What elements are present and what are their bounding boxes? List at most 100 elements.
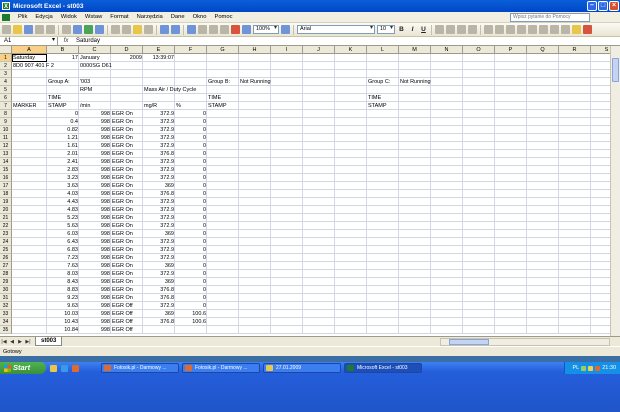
data-cell[interactable]: EGR On xyxy=(111,262,134,270)
data-cell[interactable]: EGR On xyxy=(111,246,134,254)
data-cell[interactable]: 0 xyxy=(175,230,207,238)
minimize-icon[interactable]: – xyxy=(587,1,597,11)
cell-a2[interactable]: 8D0 907 401 F 2 xyxy=(12,62,55,70)
data-cell[interactable]: 998 xyxy=(79,222,111,230)
data-cell[interactable]: 998 xyxy=(79,238,111,246)
column-header-p[interactable]: P xyxy=(495,46,527,54)
drawing-icon[interactable] xyxy=(242,25,251,34)
first-sheet-icon[interactable]: |◀ xyxy=(0,339,8,345)
currency-icon[interactable] xyxy=(484,25,493,34)
spelling-icon[interactable] xyxy=(84,25,93,34)
row-header[interactable]: 15 xyxy=(0,166,12,174)
data-cell[interactable]: 5.63 xyxy=(47,222,79,230)
data-cell[interactable]: 998 xyxy=(79,126,111,134)
data-cell[interactable]: 0 xyxy=(175,254,207,262)
data-cell[interactable]: 0 xyxy=(175,142,207,150)
row-header[interactable]: 32 xyxy=(0,302,12,310)
row-header[interactable]: 11 xyxy=(0,134,12,142)
cell-b7[interactable]: STAMP xyxy=(47,102,68,110)
open-icon[interactable] xyxy=(13,25,22,34)
sort-descending-icon[interactable] xyxy=(220,25,229,34)
data-cell[interactable]: 372.9 xyxy=(143,158,175,166)
cell-l6[interactable]: TIME xyxy=(367,94,382,102)
data-cell[interactable]: 4.43 xyxy=(47,198,79,206)
autosum-icon[interactable] xyxy=(198,25,207,34)
row-header[interactable]: 6 xyxy=(0,94,12,102)
data-cell[interactable]: 0 xyxy=(175,166,207,174)
formula-input[interactable]: Saturday xyxy=(74,38,100,44)
font-select[interactable]: Arial xyxy=(297,25,375,34)
data-cell[interactable]: 998 xyxy=(79,318,111,326)
data-cell[interactable]: 998 xyxy=(79,206,111,214)
research-icon[interactable] xyxy=(95,25,104,34)
data-cell[interactable] xyxy=(143,326,175,334)
data-cell[interactable]: EGR On xyxy=(111,190,134,198)
data-cell[interactable]: 2.01 xyxy=(47,150,79,158)
align-left-icon[interactable] xyxy=(435,25,444,34)
row-header[interactable]: 19 xyxy=(0,198,12,206)
data-cell[interactable]: 4.03 xyxy=(47,190,79,198)
data-cell[interactable]: 998 xyxy=(79,182,111,190)
format-painter-icon[interactable] xyxy=(144,25,153,34)
data-cell[interactable]: 369 xyxy=(143,310,175,318)
data-cell[interactable]: 998 xyxy=(79,198,111,206)
data-cell[interactable]: EGR Off xyxy=(111,310,134,318)
data-cell[interactable]: 998 xyxy=(79,310,111,318)
sheet-tab-st003[interactable]: st003 xyxy=(35,337,63,346)
cell-b1[interactable]: 17 xyxy=(47,54,79,62)
data-cell[interactable]: 3.23 xyxy=(47,174,79,182)
cell-e1[interactable]: 13:39:07 xyxy=(143,54,175,62)
row-header[interactable]: 30 xyxy=(0,286,12,294)
last-sheet-icon[interactable]: ▶| xyxy=(24,339,32,345)
horizontal-scroll-thumb[interactable] xyxy=(449,338,489,345)
data-cell[interactable]: EGR Off xyxy=(111,326,134,334)
sort-ascending-icon[interactable] xyxy=(209,25,218,34)
data-cell[interactable]: 376.8 xyxy=(143,190,175,198)
data-cell[interactable]: 998 xyxy=(79,262,111,270)
merge-center-icon[interactable] xyxy=(468,25,477,34)
data-cell[interactable]: 5.23 xyxy=(47,214,79,222)
menu-format[interactable]: Format xyxy=(106,14,132,20)
increase-indent-icon[interactable] xyxy=(550,25,559,34)
data-cell[interactable]: 372.9 xyxy=(143,246,175,254)
data-cell[interactable]: 9.63 xyxy=(47,302,79,310)
data-cell[interactable]: 0 xyxy=(175,246,207,254)
cell-c5[interactable]: RPM xyxy=(79,86,93,94)
help-search-input[interactable]: Wpisz pytanie do Pomocy xyxy=(510,13,590,22)
cell-f7[interactable]: % xyxy=(175,102,182,110)
task-browser-2[interactable]: Fotosik.pl - Darmowy ... xyxy=(182,363,260,373)
data-cell[interactable]: 369 xyxy=(143,262,175,270)
fill-color-icon[interactable] xyxy=(572,25,581,34)
cell-c7[interactable]: /min xyxy=(79,102,91,110)
data-cell[interactable]: 372.9 xyxy=(143,142,175,150)
vertical-scrollbar[interactable] xyxy=(610,46,620,336)
permission-icon[interactable] xyxy=(35,25,44,34)
data-cell[interactable]: 9.23 xyxy=(47,294,79,302)
align-center-icon[interactable] xyxy=(446,25,455,34)
data-cell[interactable]: EGR On xyxy=(111,214,134,222)
data-cell[interactable]: 0 xyxy=(175,286,207,294)
cell-a7[interactable]: MARKER xyxy=(12,102,38,110)
chart-wizard-icon[interactable] xyxy=(231,25,240,34)
data-cell[interactable]: EGR On xyxy=(111,158,134,166)
workbook-icon[interactable] xyxy=(2,13,10,21)
next-sheet-icon[interactable]: ▶ xyxy=(16,339,24,345)
data-cell[interactable]: 8.83 xyxy=(47,286,79,294)
data-cell[interactable]: 8.03 xyxy=(47,270,79,278)
data-cell[interactable]: EGR On xyxy=(111,134,134,142)
cell-l4[interactable]: Group C: xyxy=(367,78,391,86)
data-cell[interactable]: EGR On xyxy=(111,254,134,262)
data-cell[interactable]: 1.21 xyxy=(47,134,79,142)
hyperlink-icon[interactable] xyxy=(187,25,196,34)
data-cell[interactable]: EGR On xyxy=(111,126,134,134)
data-cell[interactable]: 372.9 xyxy=(143,126,175,134)
data-cell[interactable]: 0 xyxy=(175,126,207,134)
data-cell[interactable]: 369 xyxy=(143,182,175,190)
start-button[interactable]: Start xyxy=(0,362,46,374)
cell-c4[interactable]: '003 xyxy=(79,78,91,86)
row-header[interactable]: 8 xyxy=(0,110,12,118)
column-header-j[interactable]: J xyxy=(303,46,335,54)
function-icon[interactable]: fx xyxy=(58,38,74,44)
tray-network-icon[interactable] xyxy=(581,365,587,371)
data-cell[interactable]: 10.03 xyxy=(47,310,79,318)
